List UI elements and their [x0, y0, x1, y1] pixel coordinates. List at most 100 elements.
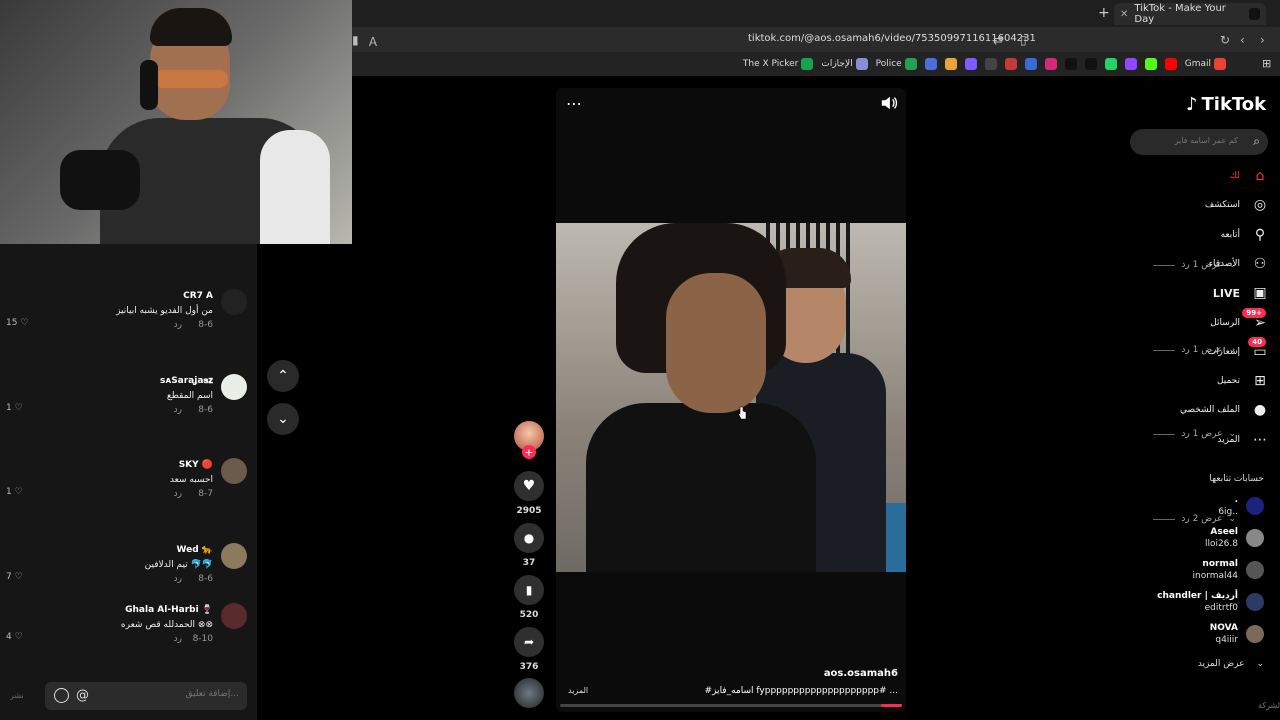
- translate-icon[interactable]: Ａ: [367, 33, 379, 50]
- following-account-item[interactable]: Aseel lloi26.8: [1130, 525, 1268, 553]
- site-settings-icon[interactable]: ⇄: [993, 33, 1003, 47]
- bookmark-favicon-icon: [1044, 58, 1057, 70]
- following-username: q4iiir: [1215, 635, 1238, 645]
- bookmark-item[interactable]: [1164, 58, 1177, 70]
- commenter-avatar[interactable]: [221, 289, 247, 315]
- tiktok-logo[interactable]: ♪ TikTok: [1186, 94, 1266, 115]
- share-button[interactable]: ➦: [514, 627, 544, 657]
- bookmark-item[interactable]: الإجازات: [821, 58, 868, 70]
- back-icon[interactable]: ‹: [1240, 33, 1245, 47]
- video-author[interactable]: aos.osamah6: [700, 668, 898, 679]
- sidebar-item-notifications[interactable]: إشعارات ▭ 40: [1130, 336, 1268, 364]
- comment-like-button[interactable]: 4 ♡: [6, 632, 23, 642]
- following-account-item[interactable]: . 6ig..: [1130, 493, 1268, 521]
- bookmark-item[interactable]: [1004, 58, 1017, 70]
- live-icon: ▣: [1253, 285, 1267, 302]
- bookmark-item[interactable]: [1044, 58, 1057, 70]
- new-tab-icon[interactable]: +: [1098, 5, 1110, 21]
- commenter-avatar[interactable]: [221, 374, 247, 400]
- follow-plus-icon[interactable]: +: [522, 445, 536, 459]
- bookmark-favicon-icon: [944, 58, 957, 70]
- sidebar-item-more[interactable]: المزيد ⋯: [1130, 428, 1268, 452]
- save-button[interactable]: ▮: [514, 575, 544, 605]
- bookmark-item[interactable]: [964, 58, 977, 70]
- video-frame-image[interactable]: [556, 223, 906, 572]
- following-account-item[interactable]: NOVA q4iiir: [1130, 621, 1268, 649]
- comment-like-button[interactable]: 1 ♡: [6, 487, 23, 497]
- comment-button[interactable]: ●: [514, 523, 544, 553]
- following-account-item[interactable]: normal inormal44: [1130, 557, 1268, 585]
- comment-text: الحمدلله قص شعره ⊗⊗: [120, 620, 213, 630]
- bookmark-item[interactable]: [944, 58, 957, 70]
- volume-icon[interactable]: [880, 94, 898, 112]
- sidebar-item-live[interactable]: LIVE ▣: [1130, 281, 1268, 305]
- sidebar-toggle-icon[interactable]: ▮: [352, 33, 359, 47]
- tab-close-icon[interactable]: ✕: [1120, 9, 1128, 20]
- next-video-button[interactable]: ⌄: [267, 403, 299, 435]
- video-progress-bar[interactable]: [560, 704, 902, 707]
- home-icon: ⌂: [1255, 168, 1265, 184]
- comment-like-button[interactable]: 1 ♡: [6, 403, 23, 413]
- bookmark-item[interactable]: [1104, 58, 1117, 70]
- search-box[interactable]: ⌕: [1130, 129, 1268, 155]
- reply-button[interactable]: رد: [174, 320, 182, 330]
- comment-like-button[interactable]: 7 ♡: [6, 572, 23, 582]
- comment-like-count: 7: [6, 572, 12, 582]
- sidebar-item-upload[interactable]: تحميل ⊞: [1130, 369, 1268, 393]
- sidebar-item-following[interactable]: أتابعه ⚲: [1130, 223, 1268, 247]
- search-icon[interactable]: ⌕: [1253, 134, 1260, 149]
- bookmark-item[interactable]: [1124, 58, 1137, 70]
- sidebar-item-messages[interactable]: الرسائل ➢ 99+: [1130, 307, 1268, 335]
- sidebar-item-profile[interactable]: الملف الشخصي ●: [1130, 398, 1268, 422]
- emoji-icon[interactable]: [54, 688, 69, 703]
- bookmark-item[interactable]: The X Picker: [743, 58, 814, 70]
- comment-like-button[interactable]: 15 ♡: [6, 318, 28, 328]
- following-avatar: [1246, 497, 1264, 515]
- search-input[interactable]: [1148, 136, 1238, 145]
- post-button[interactable]: نشر: [10, 691, 24, 700]
- commenter-name[interactable]: ꜱᴀSaraʝa𝐬𝐳: [160, 376, 213, 386]
- microphone: [60, 150, 140, 210]
- commenter-name[interactable]: SKY 🔴: [179, 460, 213, 470]
- reply-button[interactable]: رد: [174, 634, 182, 644]
- following-accounts-title: حسابات تتابعها: [1209, 474, 1264, 484]
- commenter-avatar[interactable]: [221, 458, 247, 484]
- sidebar-item-home[interactable]: لك ⌂: [1130, 164, 1268, 188]
- browser-tab[interactable]: ✕ TikTok - Make Your Day: [1114, 3, 1266, 25]
- bookmark-icon[interactable]: ▯: [1020, 33, 1027, 47]
- sidebar-item-friends[interactable]: الأصدقاء ⚇: [1130, 252, 1268, 276]
- show-more-button[interactable]: عرض المزيد ⌄: [1130, 659, 1264, 669]
- bookmark-item[interactable]: [1144, 58, 1157, 70]
- sidebar-item-compass[interactable]: استكشف ◎: [1130, 193, 1268, 217]
- heart-outline-icon: ♡: [14, 487, 23, 497]
- reply-button[interactable]: رد: [174, 489, 182, 499]
- commenter-avatar[interactable]: [221, 603, 247, 629]
- bookmark-item[interactable]: Gmail: [1185, 58, 1226, 70]
- bookmark-item[interactable]: Police: [876, 58, 917, 70]
- following-account-item[interactable]: chandler | أرديف editrtf0: [1130, 589, 1268, 617]
- bookmark-item[interactable]: [1084, 58, 1097, 70]
- caption-more-link[interactable]: المزيد: [568, 686, 588, 695]
- company-link[interactable]: الشركة: [1258, 701, 1280, 710]
- bookmark-item[interactable]: [1064, 58, 1077, 70]
- music-disc-icon[interactable]: [514, 678, 544, 708]
- reply-button[interactable]: رد: [174, 574, 182, 584]
- sidebar-item-label: لك: [1229, 171, 1240, 181]
- bookmark-item[interactable]: [984, 58, 997, 70]
- reply-button[interactable]: رد: [174, 405, 182, 415]
- commenter-avatar[interactable]: [221, 543, 247, 569]
- video-more-options-icon[interactable]: ⋯: [566, 94, 582, 113]
- commenter-name[interactable]: CR7 A: [183, 291, 213, 301]
- forward-icon[interactable]: ›: [1260, 33, 1265, 47]
- apps-grid-icon[interactable]: ⊞: [1262, 57, 1271, 70]
- friends-icon: ⚇: [1253, 255, 1267, 272]
- commenter-name[interactable]: Ghala Al-Harbi 🍷: [125, 605, 213, 615]
- reload-icon[interactable]: ↻: [1220, 33, 1230, 47]
- previous-video-button[interactable]: ⌃: [267, 360, 299, 392]
- bookmark-item[interactable]: [924, 58, 937, 70]
- mention-icon[interactable]: @: [76, 688, 89, 703]
- like-button[interactable]: ♥: [514, 471, 544, 501]
- bookmark-item[interactable]: [1024, 58, 1037, 70]
- commenter-name[interactable]: Wed 🐆: [177, 545, 214, 555]
- comment-input[interactable]: [119, 689, 239, 699]
